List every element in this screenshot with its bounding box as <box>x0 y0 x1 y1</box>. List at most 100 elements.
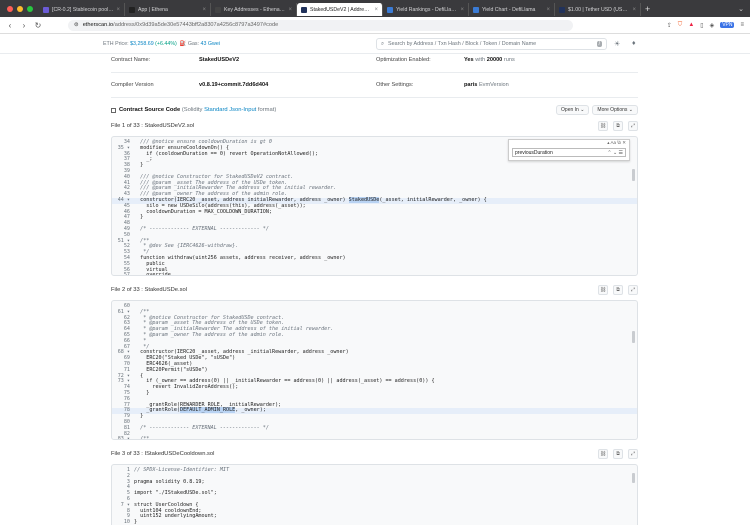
fullscreen-icon[interactable]: ⤢ <box>628 449 638 459</box>
optimization-label: Optimization Enabled: <box>376 57 431 63</box>
tab-close-icon[interactable]: × <box>374 7 378 13</box>
code-text: /* ------------- EXTERNAL ------------- … <box>134 424 269 431</box>
forward-icon[interactable]: › <box>20 21 28 30</box>
search-placeholder: Search by Address / Txn Hash / Block / T… <box>388 41 537 47</box>
browser-tab[interactable]: $1.00 | Tether USD (USDT) Toke× <box>555 3 641 16</box>
url-domain: etherscan.io <box>82 22 114 28</box>
copy-link-icon[interactable]: ⛓ <box>598 285 608 295</box>
tab-title: [CR-0.2] Stablecoin pool audit on <box>52 6 113 13</box>
tab-title: StakedUSDeV2 | Address 0x9d... <box>310 6 371 13</box>
code-text: } <box>134 519 138 525</box>
browser-tab[interactable]: [CR-0.2] Stablecoin pool audit on× <box>39 3 125 16</box>
brave-shield-icon[interactable]: ⛉ <box>678 22 683 29</box>
back-icon[interactable]: ‹ <box>6 21 14 30</box>
info-row-1: Contract Name: StakedUSDeV2 Optimization… <box>111 54 638 66</box>
code-editor[interactable]: 6061 /**62 * @notice Constructor for Sta… <box>111 300 638 440</box>
compiler-label: Compiler Version <box>111 82 154 88</box>
code-text: /* ------------- EXTERNAL ------------- … <box>134 225 269 232</box>
more-options-button[interactable]: More Options ⌄ <box>592 105 638 115</box>
code-text: } <box>134 162 144 169</box>
site-info-icon[interactable]: ⊜ <box>74 22 79 28</box>
reload-icon[interactable]: ↻ <box>34 21 42 30</box>
code-scrollbar[interactable] <box>632 473 635 483</box>
code-editor[interactable]: 34 /// @notice ensure cooldownDuration i… <box>111 136 638 276</box>
browser-tab[interactable]: Yield Chart - DefiLlama × <box>469 3 555 16</box>
rewards-icon[interactable]: ▲ <box>688 22 694 28</box>
copy-code-icon[interactable]: ⧉ <box>613 285 623 295</box>
file-label: File 1 of 33 : StakedUSDeV2.sol <box>111 123 195 129</box>
browser-tab[interactable]: App | Ethena × <box>125 3 211 16</box>
theme-toggle-icon[interactable]: ☀ <box>614 40 620 48</box>
code-text: if (cooldownDuration == 0) revert Operat… <box>134 150 319 157</box>
source-format-prefix: (Solidity <box>181 107 203 113</box>
code-text: _grantRole(DEFAULT_ADMIN_ROLE, _owner); <box>134 407 266 414</box>
share-icon[interactable]: ⇪ <box>667 22 672 29</box>
gas-value[interactable]: 43 Gwei <box>201 41 220 47</box>
code-text: cooldownDuration = MAX_COOLDOWN_DURATION… <box>134 208 273 215</box>
code-editor[interactable]: 1// SPDX-License-Identifier: MIT 2 3 pragma… <box>111 464 638 525</box>
code-line: 83 /** <box>112 436 637 440</box>
code-text: ERC20Permit("sUSDe") <box>134 366 208 373</box>
find-query: previousDuration <box>515 149 553 156</box>
vpn-badge[interactable]: VPN <box>720 22 735 28</box>
code-scrollbar[interactable] <box>632 331 635 343</box>
search-shortcut-badge: / <box>596 41 602 47</box>
tab-favicon-icon <box>129 6 135 13</box>
line-number: 57 <box>123 272 130 276</box>
tab-favicon-icon <box>387 6 393 13</box>
copy-link-icon[interactable]: ⛓ <box>598 449 608 459</box>
search-input[interactable]: ⌕ Search by Address / Txn Hash / Block /… <box>376 38 607 50</box>
copy-link-icon[interactable]: ⛓ <box>598 121 608 131</box>
line-number: 83 <box>112 437 134 439</box>
menu-icon[interactable]: ≡ <box>740 22 744 28</box>
find-input[interactable]: previousDuration ⌃ ⌄ ☰ <box>512 148 626 157</box>
code-text: * @param _owner The address of the admin… <box>134 331 285 338</box>
file-header: File 3 of 33 : IStakedUSDeCooldown.sol ⛓ ⧉… <box>111 448 638 460</box>
find-widget[interactable]: ▴ Aa \b ✕ previousDuration ⌃ ⌄ ☰ <box>508 139 630 161</box>
eth-price-value[interactable]: $3,258.69 <box>130 41 154 47</box>
tab-favicon-icon <box>215 6 221 13</box>
copy-code-icon[interactable]: ⧉ <box>613 121 623 131</box>
browser-tab[interactable]: Key Addresses - Ethena Labs× <box>211 3 297 16</box>
tab-close-icon[interactable]: × <box>116 7 120 13</box>
code-text: * @dev See {IERC4626-withdraw}. <box>134 243 239 250</box>
tab-close-icon[interactable]: × <box>202 7 206 13</box>
fullscreen-icon[interactable]: ⤢ <box>628 285 638 295</box>
tab-close-icon[interactable]: × <box>460 7 464 13</box>
gas-icon: ⛽ <box>179 40 187 47</box>
tab-close-icon[interactable]: × <box>288 7 292 13</box>
tab-list-chevron-icon[interactable]: ⌄ <box>738 5 750 13</box>
find-nav-icons[interactable]: ⌃ ⌄ ☰ <box>607 150 623 156</box>
extensions-icon[interactable]: ◈ <box>710 22 715 29</box>
find-options[interactable]: ▴ Aa \b ✕ <box>509 140 629 147</box>
contract-name-value: StakedUSDeV2 <box>199 57 240 63</box>
tab-title: Yield Chart - DefiLlama <box>482 6 536 13</box>
sidebar-icon[interactable]: ▯ <box>700 22 703 29</box>
copy-code-icon[interactable]: ⧉ <box>613 449 623 459</box>
browser-tab[interactable]: StakedUSDeV2 | Address 0x9d...× <box>297 3 383 16</box>
tab-close-icon[interactable]: × <box>632 7 636 13</box>
tab-close-icon[interactable]: × <box>546 7 550 13</box>
maximize-window-button[interactable] <box>27 5 33 12</box>
code-text: function withdraw(uint256 assets, addres… <box>134 254 346 261</box>
code-text: /** <box>134 436 150 440</box>
code-file-icon <box>111 107 116 113</box>
standard-json-input-link[interactable]: Standard Json-Input <box>204 107 256 113</box>
code-text: } <box>134 214 144 221</box>
fullscreen-icon[interactable]: ⤢ <box>628 121 638 131</box>
address-bar[interactable]: ⊜ etherscan.io/address/0x9d39a5de30e5744… <box>68 19 573 31</box>
browser-tab[interactable]: Yield Rankings - DefiLlama × <box>383 3 469 16</box>
eth-network-icon[interactable]: ♦ <box>632 40 636 47</box>
code-scrollbar[interactable] <box>632 169 635 181</box>
minimize-window-button[interactable] <box>17 5 23 12</box>
browser-toolbar: ‹ › ↻ ⊜ etherscan.io/address/0x9d39a5de3… <box>0 17 750 34</box>
open-in-button[interactable]: Open In ⌄ <box>556 105 590 115</box>
new-tab-button[interactable]: + <box>641 4 654 14</box>
close-window-button[interactable] <box>7 5 13 12</box>
divider <box>111 97 638 98</box>
line-number: 10 <box>123 519 130 525</box>
tab-title: Yield Rankings - DefiLlama <box>396 6 458 13</box>
file-label: File 3 of 33 : IStakedUSDeCooldown.sol <box>111 451 215 457</box>
code-text: override <box>134 272 171 276</box>
search-match-highlight: DEFAULT_ADMIN_ROLE <box>180 407 236 414</box>
